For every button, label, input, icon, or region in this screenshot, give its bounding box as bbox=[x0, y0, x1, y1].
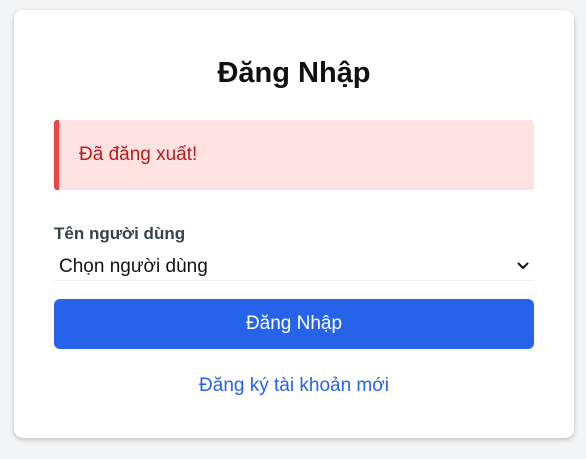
alert-message: Đã đăng xuất! bbox=[79, 144, 198, 165]
username-select-value: Chọn người dùng bbox=[59, 256, 208, 277]
register-link[interactable]: Đăng ký tài khoản mới bbox=[14, 374, 574, 398]
login-button[interactable]: Đăng Nhập bbox=[54, 299, 534, 349]
logout-alert: Đã đăng xuất! bbox=[54, 120, 534, 190]
username-select[interactable]: Chọn người dùng bbox=[54, 254, 534, 281]
chevron-down-icon bbox=[517, 262, 529, 269]
username-label: Tên người dùng bbox=[54, 224, 186, 243]
login-card: Đăng Nhập Đã đăng xuất! Tên người dùng C… bbox=[14, 10, 574, 438]
page-title: Đăng Nhập bbox=[217, 57, 371, 89]
